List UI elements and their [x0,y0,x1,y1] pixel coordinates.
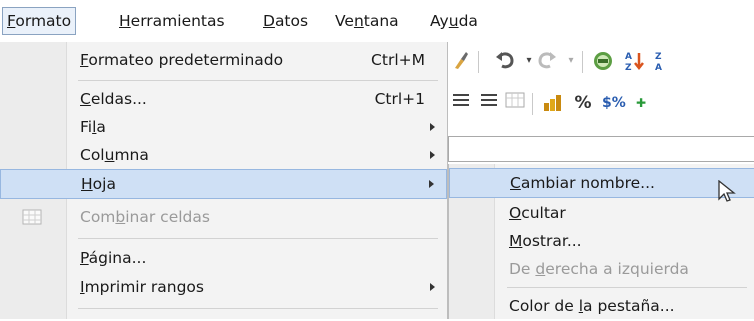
menu-item-formateo-predeterminado[interactable]: Formateo predeterminado Ctrl+M [0,45,447,75]
menu-label: Ay [430,12,449,30]
menu-formato[interactable]: Formato [2,7,77,35]
menu-bar: Formato Herramientas Datos Ventana Ayuda [0,0,754,42]
toolbar-separator [478,51,479,73]
menu-item-columna[interactable]: Columna [0,140,447,170]
standard-toolbar: ▾ ▾ AZ ZA [448,42,754,80]
undo-icon[interactable] [494,50,516,72]
menu-mnemonic: n [353,12,364,30]
menu-separator [78,238,438,239]
brush-icon[interactable] [450,50,472,72]
menu-label: atos [274,12,309,30]
menu-mnemonic: u [448,12,459,30]
menu-item-fila[interactable]: Fila [0,112,447,142]
menu-item-combinar-celdas[interactable]: Combinar celdas [0,202,447,232]
submenu-item-ocultar[interactable]: Ocultar [449,198,754,228]
add-decimal-icon[interactable]: ✚ [634,92,648,114]
shortcut-label: Ctrl+1 [374,90,425,108]
navigator-icon[interactable] [592,50,614,72]
merge-cells-icon[interactable] [504,92,526,114]
toolbar-separator [532,93,533,115]
menu-separator [78,308,438,309]
menu-herramientas[interactable]: Herramientas [115,8,229,34]
menu-label: da [458,12,478,30]
submenu-item-color-pestana[interactable]: Color de la pestaña... [449,291,754,321]
menu-item-label: Página... [80,249,147,267]
menu-item-celdas[interactable]: Celdas... Ctrl+1 [0,84,447,114]
svg-text:Z: Z [625,63,632,72]
menu-mnemonic: H [119,12,131,30]
menu-item-pagina[interactable]: Página... [0,243,447,273]
submenu-item-cambiar-nombre[interactable]: Cambiar nombre... [449,168,754,198]
menu-item-label: Combinar celdas [80,208,210,226]
menu-ayuda[interactable]: Ayuda [426,8,482,34]
percent-icon[interactable]: % [572,92,594,114]
submenu-arrow-icon [429,180,434,188]
menu-label: Ve [335,12,354,30]
formato-menu: Formateo predeterminado Ctrl+M Celdas...… [0,42,448,319]
menu-separator [78,80,438,81]
menu-mnemonic: D [263,12,275,30]
menu-item-label: Formateo predeterminado [80,51,284,69]
align-right-icon[interactable] [478,92,500,114]
currency-icon[interactable] [542,92,564,114]
menu-ventana[interactable]: Ventana [331,8,403,34]
submenu-arrow-icon [430,151,435,159]
menu-label: tana [363,12,399,30]
svg-text:A: A [655,63,662,72]
currency-format-label: $% [602,95,626,111]
currency-format-icon[interactable]: $% [602,92,626,114]
submenu-item-label: Ocultar [509,204,566,222]
align-center-icon[interactable] [450,92,472,114]
menu-item-label: Celdas... [80,90,147,108]
formatting-toolbar: % $% ✚ [448,84,754,122]
submenu-item-derecha-a-izquierda[interactable]: De derecha a izquierda [449,254,754,284]
submenu-item-label: Mostrar... [509,232,582,250]
submenu-arrow-icon [430,123,435,131]
submenu-arrow-icon [430,283,435,291]
menu-item-label: Imprimir rangos [80,278,204,296]
menu-item-imprimir-rangos[interactable]: Imprimir rangos [0,272,447,302]
percent-label: % [574,93,592,113]
sort-descending-icon[interactable]: ZA [654,50,668,72]
menu-label: ormato [15,12,72,30]
submenu-separator [507,287,747,288]
svg-text:Z: Z [655,52,662,62]
mouse-pointer-icon [718,179,738,208]
menu-item-label: Columna [80,146,149,164]
sort-ascending-icon[interactable]: AZ [624,50,646,73]
toolbar-separator [582,51,583,73]
menu-label: erramientas [130,12,225,30]
svg-text:A: A [625,52,632,62]
menu-item-hoja[interactable]: Hoja [0,169,447,199]
redo-icon[interactable] [536,50,558,72]
shortcut-label: Ctrl+M [371,51,425,69]
formula-input[interactable] [448,136,754,162]
menu-datos[interactable]: Datos [259,8,312,34]
submenu-item-label: Cambiar nombre... [510,174,655,192]
submenu-item-label: Color de la pestaña... [509,297,675,315]
hoja-submenu: Cambiar nombre... Ocultar Mostrar... De … [448,164,754,319]
merge-cells-icon [22,209,42,229]
redo-dropdown-icon[interactable]: ▾ [560,50,582,72]
menu-item-label: Fila [80,118,106,136]
menu-item-label: Hoja [81,175,116,193]
submenu-item-label: De derecha a izquierda [509,260,689,278]
submenu-item-mostrar[interactable]: Mostrar... [449,226,754,256]
